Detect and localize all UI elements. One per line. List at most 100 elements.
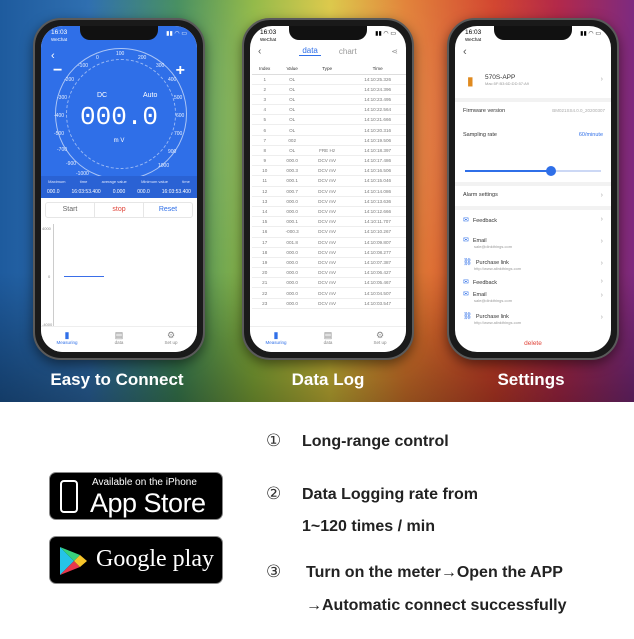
email-row[interactable]: ✉ Email sale@dinkthings.com › xyxy=(455,236,611,249)
slider-knob[interactable] xyxy=(545,166,556,176)
google-play-badge[interactable]: Google play xyxy=(49,536,223,584)
ruler-icon: ▮ xyxy=(273,330,279,340)
list-icon: ▤ xyxy=(114,330,124,340)
firmware-value: BM021SS4.0.0_20200307 xyxy=(552,108,605,113)
back-icon[interactable]: ‹ xyxy=(258,46,261,57)
table-cell: 000.0 xyxy=(277,257,307,269)
caption-datalog: Data Log xyxy=(291,370,365,389)
meter-panel: 16:03 WeChat ▮▮ ◠ ▭ ‹ − + 100 0 -100 200 3… xyxy=(41,26,197,198)
feedback-row-2[interactable]: ✉ Feedback › xyxy=(455,278,611,286)
table-cell xyxy=(306,84,348,95)
col-header: Index xyxy=(252,64,278,75)
table-cell: DCV mV xyxy=(306,226,348,238)
table-cell: 21 xyxy=(252,277,278,289)
notch xyxy=(289,26,367,40)
signal-icon: ▮▮ ◠ ▭ xyxy=(580,31,601,37)
meter-reading: 000.0 xyxy=(79,102,158,132)
table-cell: 11 xyxy=(252,175,278,187)
back-icon[interactable]: ‹ xyxy=(463,46,467,58)
gauge-tick: -900 xyxy=(66,161,77,167)
chevron-right-icon: › xyxy=(600,76,603,83)
table-cell: OL xyxy=(277,114,307,126)
back-icon[interactable]: ‹ xyxy=(51,50,55,62)
table-cell: 000.0 xyxy=(277,287,307,299)
table-cell: 000.0 xyxy=(277,298,307,309)
graph-y-label: 0 xyxy=(48,274,51,279)
signal-icon: ▮▮ ◠ ▭ xyxy=(375,31,396,37)
gauge-tick: -300 xyxy=(57,95,68,101)
datalog-header: ‹ data chart ⋖ xyxy=(250,42,406,60)
start-button[interactable]: Start xyxy=(46,203,94,217)
play-icon xyxy=(60,547,87,575)
stop-button[interactable]: stop xyxy=(94,203,144,217)
tab-data-view[interactable]: data xyxy=(299,46,321,56)
table-cell: 14:10:18.397 xyxy=(347,145,406,157)
stat-value: 16:03:53.400 xyxy=(71,189,101,195)
device-icon: ▮ xyxy=(467,74,474,88)
table-cell: OL xyxy=(277,84,307,95)
table-cell: 14:10:14.086 xyxy=(347,186,406,197)
table-cell: -000.3 xyxy=(277,226,307,238)
gauge-tick: -200 xyxy=(64,77,75,83)
share-icon[interactable]: ⋖ xyxy=(391,47,398,56)
rate-slider[interactable] xyxy=(465,166,601,176)
tab-chart-view[interactable]: chart xyxy=(339,47,357,56)
table-row: 7 002 14:10:19.506 xyxy=(252,135,406,146)
tab-setup[interactable]: ⚙ Set up xyxy=(354,327,406,352)
table-row: 23 000.0 DCV mV 14:10:03.547 xyxy=(252,298,406,309)
reset-button[interactable]: Reset xyxy=(144,203,192,217)
table-row: 8 OL FRE Hz 14:10:18.397 xyxy=(252,145,406,157)
table-cell: 14:10:20.316 xyxy=(347,124,406,136)
table-cell: 14:10:07.387 xyxy=(347,257,406,269)
alarm-row[interactable]: Alarm settings › xyxy=(455,192,611,199)
stat-header: Minimum value xyxy=(141,179,168,184)
notch xyxy=(494,26,572,40)
table-row: 12 000.7 DCV mV 14:10:14.086 xyxy=(252,186,406,197)
tab-data[interactable]: ▤ data xyxy=(93,327,145,352)
table-row: 18 000.0 DCV mV 14:10:08.277 xyxy=(252,247,406,258)
table-row: 3 OL 14:10:23.495 xyxy=(252,94,406,106)
app-store-badge[interactable]: Available on the iPhone App Store xyxy=(49,472,223,520)
chevron-right-icon: › xyxy=(600,216,603,223)
iphone-icon xyxy=(60,480,78,513)
stats-strip: Maximum time average value Minimum value… xyxy=(41,176,197,198)
slider-fill xyxy=(465,170,553,172)
chevron-right-icon: › xyxy=(600,292,603,299)
tab-measuring[interactable]: ▮ Measuring xyxy=(250,327,302,352)
table-cell: 15 xyxy=(252,216,278,228)
gauge-tick: 100 xyxy=(116,51,125,57)
firmware-label: Firmware version xyxy=(463,108,506,114)
table-cell: 14:10:19.506 xyxy=(347,135,406,146)
tab-measuring[interactable]: ▮ Measuring xyxy=(41,327,93,352)
delete-button[interactable]: delete xyxy=(455,340,611,347)
email-row-2[interactable]: ✉ Email sale@dinkthings.com › xyxy=(455,290,611,303)
table-cell xyxy=(306,124,348,136)
caption-connect: Easy to Connect xyxy=(50,370,184,389)
tab-setup[interactable]: ⚙ Set up xyxy=(145,327,197,352)
plus-button[interactable]: + xyxy=(176,62,185,80)
tab-data[interactable]: ▤ data xyxy=(302,327,354,352)
table-cell: 18 xyxy=(252,247,278,258)
link-icon: ⛓ xyxy=(463,313,472,320)
settings-screen: 16:03 WeChat ▮▮ ◠ ▭ ‹ ▮ 570S-APP Mac:5F:B3… xyxy=(455,26,611,352)
minus-button[interactable]: − xyxy=(53,62,62,80)
table-row: 11 000.1 DCV mV 14:10:15.046 xyxy=(252,175,406,187)
stat-value: 000.0 xyxy=(137,189,150,195)
device-row[interactable]: ▮ 570S-APP Mac:5F:B3:6D:DD:57:A9 › xyxy=(455,74,611,88)
table-cell xyxy=(306,104,348,116)
table-cell: 000.0 xyxy=(277,196,307,207)
gauge-tick: 400 xyxy=(168,77,177,83)
tab-bar: ▮ Measuring ▤ data ⚙ Set up xyxy=(41,326,197,352)
feature-text: 1~120 times / min xyxy=(302,518,435,535)
signal-icon: ▮▮ ◠ ▭ xyxy=(166,31,187,37)
table-cell: 000.0 xyxy=(277,155,307,167)
purchase-row[interactable]: ⛓ Purchase link http://www.alinkthings.com… xyxy=(455,258,611,271)
purchase-row-2[interactable]: ⛓ Purchase link http://www.alinkthings.com… xyxy=(455,312,611,325)
rate-label: Sampling rate xyxy=(463,132,497,138)
chevron-right-icon: › xyxy=(600,314,603,321)
app-store-title: App Store xyxy=(90,488,206,518)
feedback-row[interactable]: ✉ Feedback › xyxy=(455,216,611,224)
gauge-tick: 900 xyxy=(168,149,177,155)
feature-text: Data Logging rate from xyxy=(302,486,479,503)
email-icon: ✉ xyxy=(463,291,469,298)
